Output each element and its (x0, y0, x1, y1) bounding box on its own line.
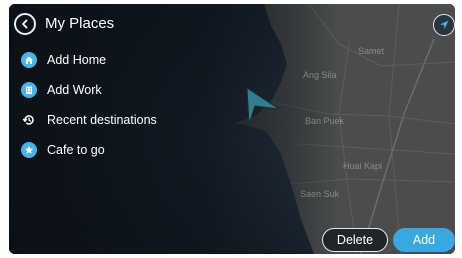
menu-item-label: Add Home (47, 53, 107, 67)
menu-item-recent-destinations[interactable]: Recent destinations (21, 110, 201, 130)
chevron-left-icon (22, 19, 28, 29)
star-icon (21, 142, 37, 158)
add-button[interactable]: Add (393, 228, 455, 252)
menu-item-add-home[interactable]: Add Home (21, 50, 201, 70)
current-position-arrow-icon (246, 87, 280, 125)
map-label-ban-puek: Ban Puek (305, 116, 345, 126)
history-icon (21, 112, 37, 128)
map-label-ang-sila: Ang Sila (303, 70, 337, 80)
menu-item-cafe-to-go[interactable]: Cafe to go (21, 140, 201, 160)
delete-button[interactable]: Delete (322, 228, 388, 252)
compass-button[interactable] (433, 14, 455, 36)
map-label-samet: Samet (358, 46, 385, 56)
map-label-huai-kapi: Huai Kapi (343, 161, 383, 171)
app-screen: Samet Ang Sila Ban Puek Huai Kapi Saen S… (9, 4, 455, 254)
menu-item-add-work[interactable]: Add Work (21, 80, 201, 100)
menu-item-label: Recent destinations (47, 113, 157, 127)
page-title: My Places (45, 15, 115, 32)
work-icon (21, 82, 37, 98)
menu-item-label: Cafe to go (47, 143, 105, 157)
map-label-saen-suk: Saen Suk (300, 189, 340, 199)
back-button[interactable] (14, 13, 36, 35)
home-icon (21, 52, 37, 68)
menu-item-label: Add Work (47, 83, 102, 97)
navigation-arrow-icon (440, 20, 449, 29)
